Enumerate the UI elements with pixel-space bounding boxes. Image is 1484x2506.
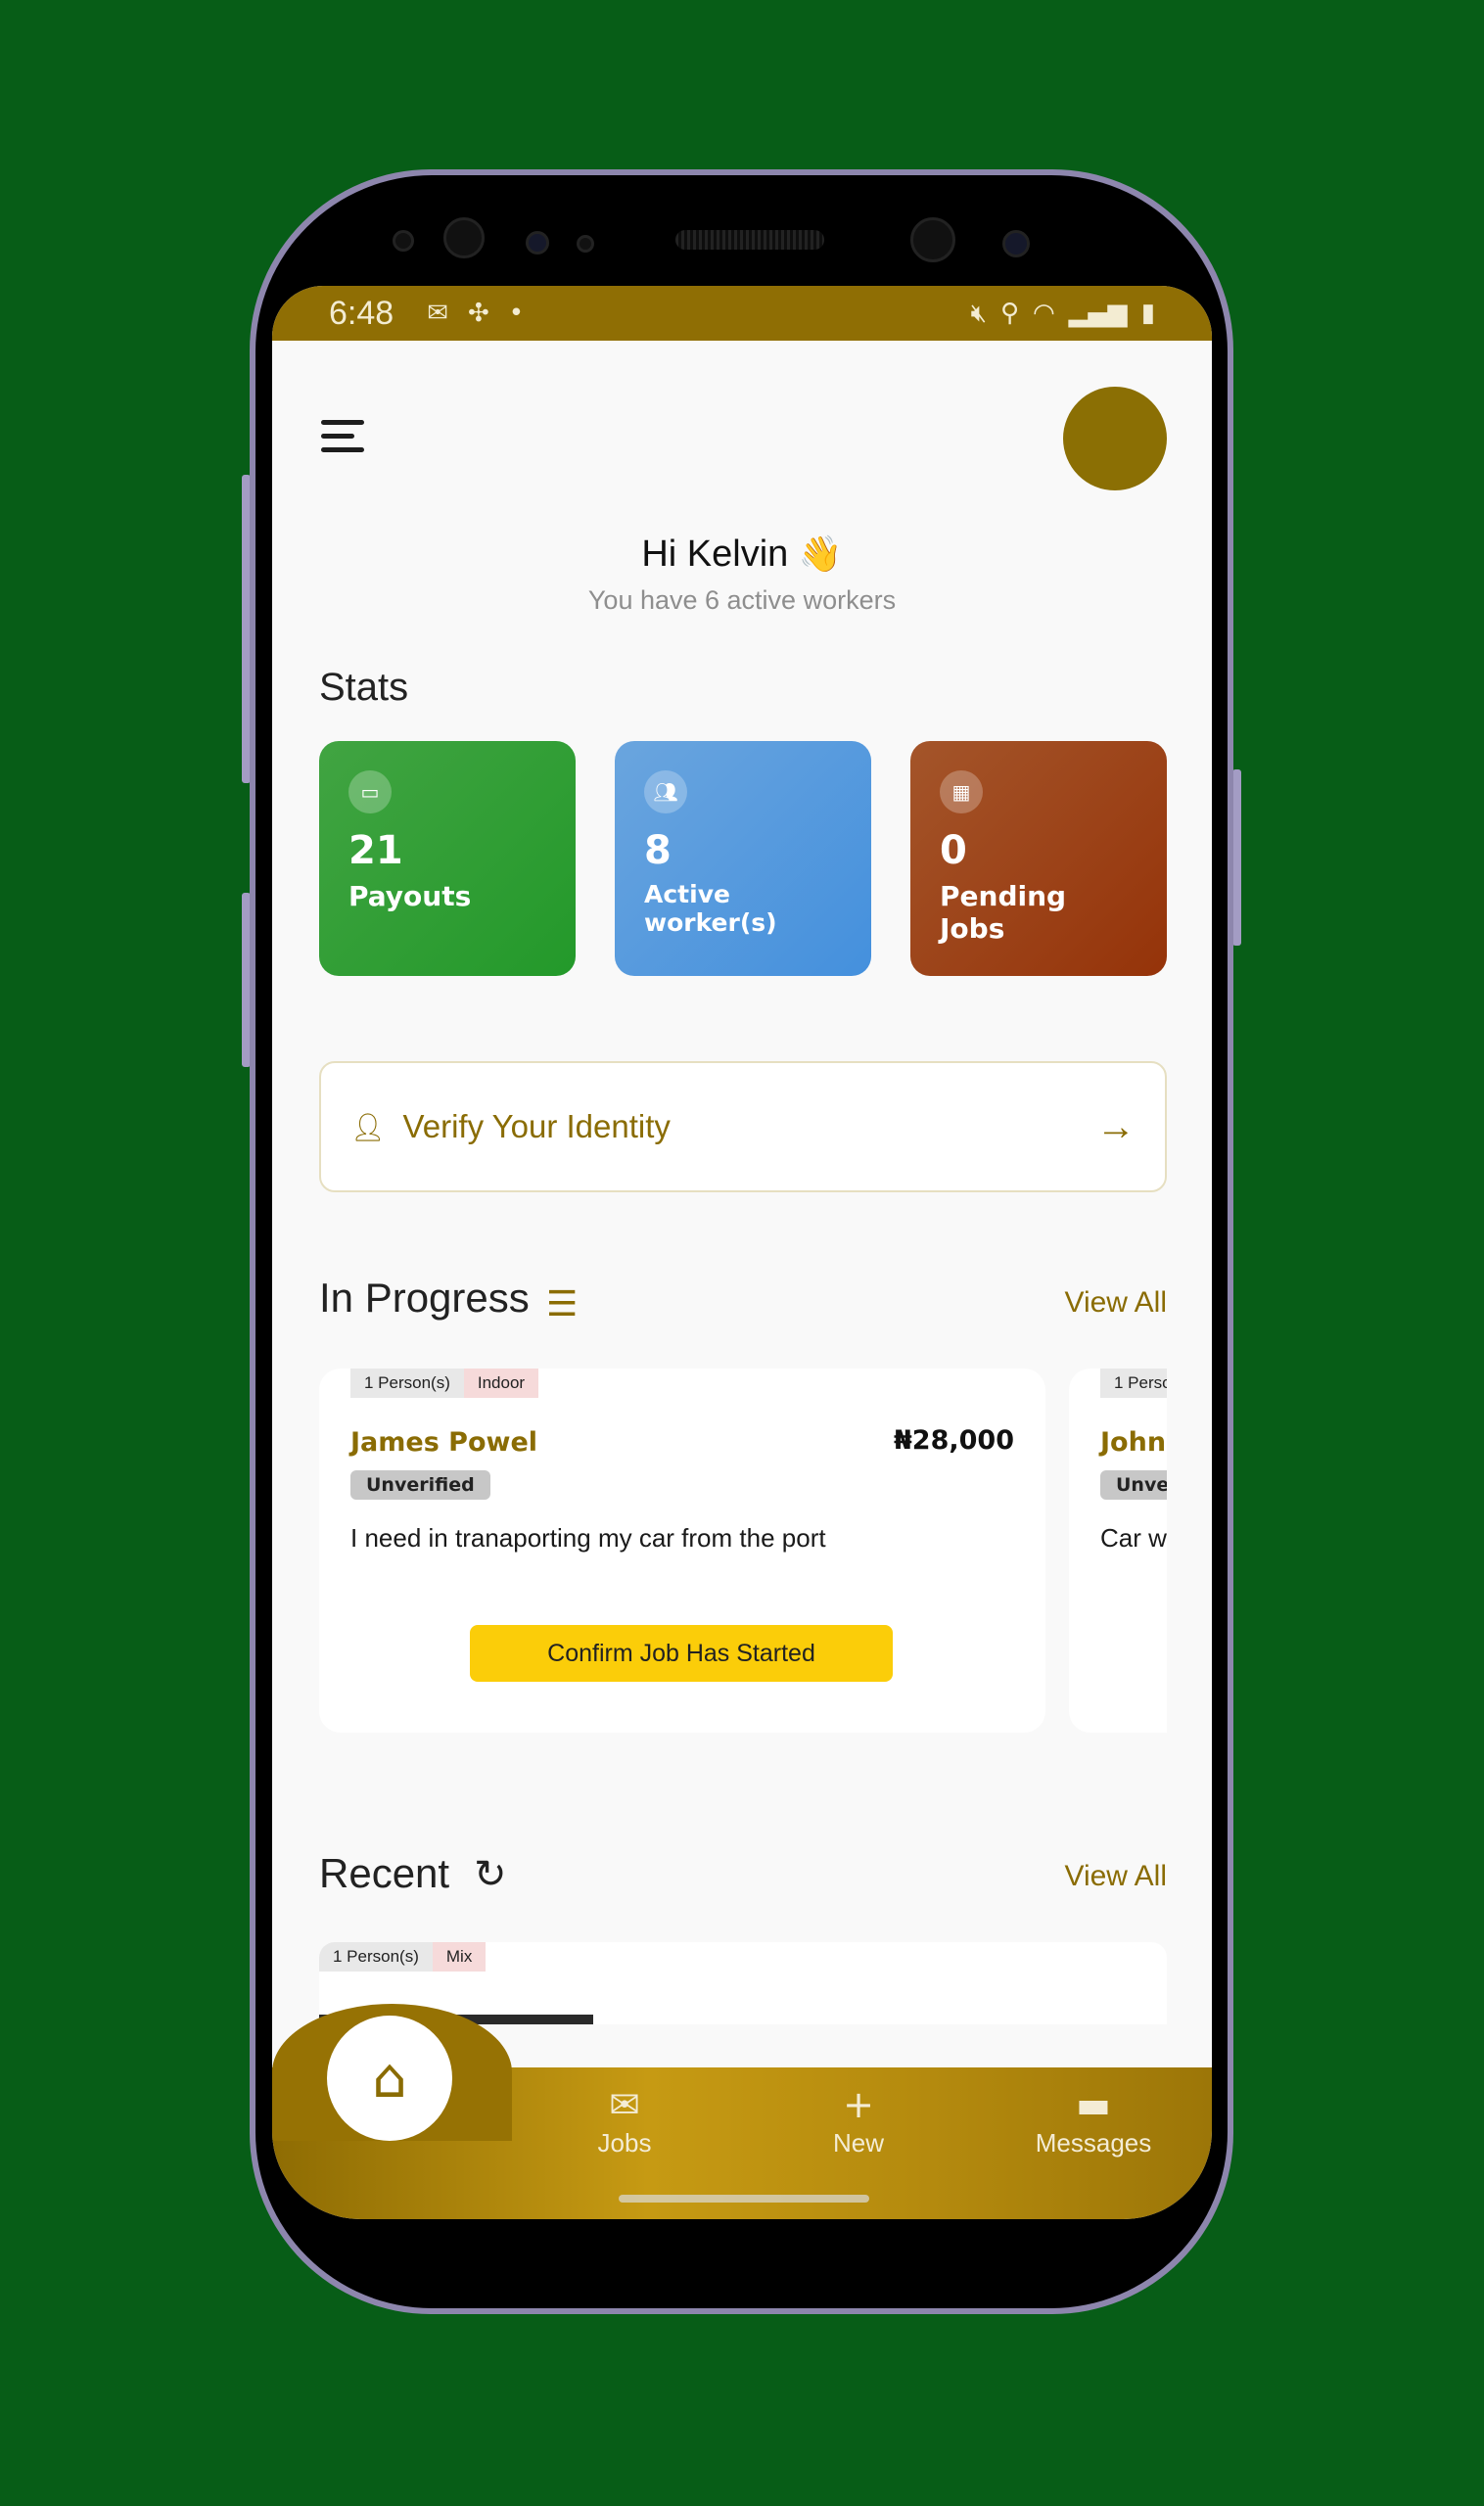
user-icon: 👤︎ (350, 1111, 386, 1142)
calendar-icon: ▦ (940, 770, 983, 813)
status-badge: Unverified (1100, 1470, 1167, 1500)
location-type-tag: Mix (432, 1942, 487, 1972)
confirm-job-started-button[interactable]: Confirm Job Has Started (470, 1625, 893, 1682)
stats-title: Stats (319, 666, 409, 709)
envelope-icon: ✉ (609, 2083, 640, 2126)
earpiece-speaker (675, 230, 824, 250)
job-description: I need in tranaporting my car from the p… (350, 1523, 826, 1553)
pending-jobs-value: 0 (940, 828, 967, 873)
power-button (1232, 769, 1241, 946)
payouts-card[interactable]: ▭ 21 Payouts (319, 741, 576, 976)
payouts-label: Payouts (348, 880, 472, 912)
status-bar: 6:48 ✉ ✣ • 🔇︎ ⚲ ◠ ▂▄▆ ▮ (272, 286, 1212, 341)
app-screen: 6:48 ✉ ✣ • 🔇︎ ⚲ ◠ ▂▄▆ ▮ Hi Kelvin 👋 You … (272, 286, 1212, 2219)
home-icon[interactable]: ⌂ (327, 2016, 452, 2141)
recent-view-all-link[interactable]: View All (1064, 1860, 1167, 1893)
refresh-icon[interactable]: ↻ (474, 1852, 507, 1897)
persons-tag: 1 Person(s) (319, 1942, 433, 1972)
job-tags: 1 Person(s) Indoor (350, 1369, 1045, 1398)
sensor-icon (1002, 230, 1030, 257)
front-camera-icon (910, 217, 955, 262)
job-card[interactable]: 1 Person(s) Indoor James Powel ₦28,000 Un… (319, 1369, 1045, 1733)
battery-icon: ▮ (1140, 298, 1155, 328)
greeting-text: Hi Kelvin (641, 534, 789, 575)
job-card[interactable]: 1 Person(s) John Unverified Car w (1069, 1369, 1167, 1733)
pending-jobs-label: Pending Jobs (940, 880, 1067, 945)
status-time: 6:48 (329, 294, 394, 332)
nav-new[interactable]: + New (780, 2083, 937, 2158)
users-icon: 👥︎ (644, 770, 687, 813)
pending-jobs-card[interactable]: ▦ 0 Pending Jobs (910, 741, 1167, 976)
location-icon: ⚲ (999, 298, 1019, 328)
nav-messages-label: Messages (1035, 2128, 1152, 2158)
persons-tag: 1 Person(s) (350, 1369, 464, 1398)
worker-name: John (1100, 1427, 1167, 1458)
recent-title: Recent (319, 1850, 450, 1896)
avatar[interactable] (1063, 387, 1167, 490)
hamburger-menu-icon[interactable] (321, 420, 364, 453)
status-badge: Unverified (350, 1470, 490, 1500)
wifi-icon: ◠ (1033, 298, 1055, 328)
mail-icon: ✉ (427, 299, 448, 328)
in-progress-view-all-link[interactable]: View All (1064, 1286, 1167, 1320)
active-workers-subtitle: You have 6 active workers (587, 585, 897, 615)
greeting: Hi Kelvin 👋 (272, 534, 1212, 576)
sensor-icon (526, 231, 549, 255)
persons-tag: 1 Person(s) (1100, 1369, 1167, 1398)
chat-bubble-icon: ▬ (1076, 2083, 1111, 2126)
sensor-icon (393, 230, 414, 252)
worker-name: James Powel (350, 1427, 538, 1458)
job-description: Car w (1100, 1523, 1167, 1553)
slack-icon: ✣ (467, 299, 489, 328)
nav-jobs-label: Jobs (597, 2128, 652, 2158)
wallet-icon: ▭ (348, 770, 392, 813)
notification-dot: • (508, 299, 525, 328)
nav-new-label: New (832, 2128, 884, 2158)
in-progress-title: In Progress (319, 1275, 530, 1321)
verify-identity-button[interactable]: 👤︎ Verify Your Identity → (319, 1061, 1167, 1192)
nav-messages[interactable]: ▬ Messages (1015, 2083, 1172, 2158)
list-icon: ☰ (546, 1284, 579, 1324)
job-price: ₦28,000 (894, 1425, 1014, 1456)
location-type-tag: Indoor (463, 1369, 539, 1398)
verify-identity-label: Verify Your Identity (402, 1108, 671, 1144)
mute-icon: 🔇︎ (970, 298, 987, 328)
waving-hand-icon: 👋 (798, 534, 843, 574)
arrow-right-icon: → (1096, 1104, 1136, 1148)
job-tags: 1 Person(s) Mix (319, 1942, 1167, 1972)
nav-jobs[interactable]: ✉ Jobs (546, 2083, 703, 2158)
plus-icon: + (843, 2083, 874, 2126)
signal-icon: ▂▄▆ (1068, 298, 1128, 328)
active-workers-label: Active worker(s) (644, 880, 777, 937)
sensor-icon (577, 235, 594, 253)
status-icons: 🔇︎ ⚲ ◠ ▂▄▆ ▮ (971, 299, 1155, 329)
job-tags: 1 Person(s) (1100, 1369, 1167, 1398)
payouts-value: 21 (348, 828, 403, 873)
sensor-icon (443, 217, 485, 258)
active-workers-card[interactable]: 👥︎ 8 Active worker(s) (615, 741, 871, 976)
active-workers-value: 8 (644, 828, 672, 873)
home-indicator[interactable] (619, 2195, 869, 2203)
